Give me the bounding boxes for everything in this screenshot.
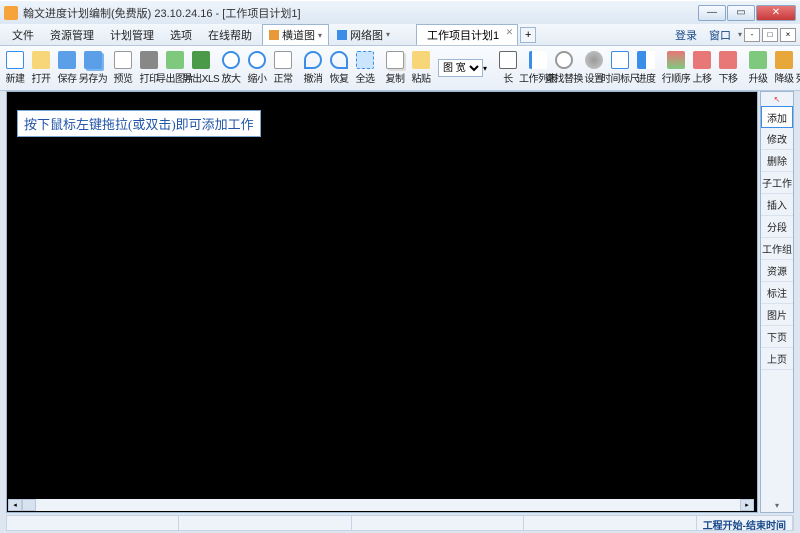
menu-resource[interactable]: 资源管理 bbox=[42, 25, 102, 45]
status-bar: 工程开始-结束时间 bbox=[6, 515, 794, 531]
scroll-thumb[interactable] bbox=[22, 499, 36, 511]
width-selector[interactable]: 图 宽 ▾ bbox=[434, 59, 491, 77]
main-toolbar: 新建 打开 保存 另存为 预览 打印 导出图片 导出XLS 放大 缩小 正常 撤… bbox=[0, 46, 800, 91]
gantt-icon bbox=[269, 30, 279, 40]
row-order-button[interactable]: 行顺序 bbox=[663, 49, 689, 87]
move-down-button[interactable]: 下移 bbox=[715, 49, 741, 87]
selectall-button[interactable]: 全选 bbox=[352, 49, 378, 87]
canvas-hint: 按下鼠标左键拖拉(或双击)即可添加工作 bbox=[17, 110, 261, 137]
zoom-normal-button[interactable]: 正常 bbox=[270, 49, 296, 87]
mdi-minimize-button[interactable]: - bbox=[744, 28, 760, 42]
rp-split[interactable]: 分段 bbox=[761, 216, 793, 238]
view-tab-gantt-label: 横道图 bbox=[282, 27, 315, 43]
width-select[interactable]: 图 宽 bbox=[438, 59, 483, 77]
zoomout-button[interactable]: 缩小 bbox=[244, 49, 270, 87]
network-icon bbox=[337, 30, 347, 40]
menu-options[interactable]: 选项 bbox=[162, 25, 200, 45]
long-button[interactable]: 长 bbox=[495, 49, 521, 87]
zoomin-button[interactable]: 放大 bbox=[218, 49, 244, 87]
dropdown-icon: ▾ bbox=[318, 31, 322, 40]
menu-file[interactable]: 文件 bbox=[4, 25, 42, 45]
rp-delete[interactable]: 删除 bbox=[761, 150, 793, 172]
window-menu[interactable]: 窗口 bbox=[704, 25, 736, 45]
close-tab-icon[interactable]: ✕ bbox=[506, 27, 514, 38]
new-button[interactable]: 新建 bbox=[2, 49, 28, 87]
find-replace-button[interactable]: 查找替换 bbox=[551, 49, 577, 87]
scroll-track[interactable] bbox=[36, 499, 740, 511]
canvas-area[interactable]: 按下鼠标左键拖拉(或双击)即可添加工作 bbox=[6, 91, 758, 513]
rp-subwork[interactable]: 子工作 bbox=[761, 172, 793, 194]
status-segment bbox=[7, 516, 179, 530]
cursor-tool-icon[interactable]: ↖ bbox=[761, 92, 793, 106]
document-tab[interactable]: 工作项目计划1 ✕ bbox=[416, 24, 518, 45]
rp-add[interactable]: 添加 bbox=[761, 106, 793, 128]
dropdown-icon: ▾ bbox=[483, 64, 487, 73]
title-text: 翰文进度计划编制(免费版) 23.10.24.16 - [工作项目计划1] bbox=[23, 5, 301, 21]
app-icon bbox=[4, 6, 18, 20]
scroll-down-icon[interactable]: ▾ bbox=[761, 498, 793, 512]
scroll-right-button[interactable]: ▸ bbox=[740, 499, 754, 511]
undo-button[interactable]: 撤消 bbox=[300, 49, 326, 87]
open-button[interactable]: 打开 bbox=[28, 49, 54, 87]
paste-button[interactable]: 粘贴 bbox=[408, 49, 434, 87]
dropdown-icon: ▾ bbox=[386, 30, 390, 39]
minimize-button[interactable]: — bbox=[698, 5, 726, 21]
redo-button[interactable]: 恢复 bbox=[326, 49, 352, 87]
close-button[interactable]: ✕ bbox=[756, 5, 796, 21]
progress-button[interactable]: 进度 bbox=[633, 49, 659, 87]
view-tab-network[interactable]: 网络图 ▾ bbox=[331, 25, 396, 45]
rp-image[interactable]: 图片 bbox=[761, 304, 793, 326]
right-toolbar: ↖ 添加 修改 删除 子工作 插入 分段 工作组 资源 标注 图片 下页 上页 … bbox=[760, 91, 794, 513]
rp-nextpage[interactable]: 下页 bbox=[761, 326, 793, 348]
promote-button[interactable]: 升级 bbox=[745, 49, 771, 87]
save-button[interactable]: 保存 bbox=[54, 49, 80, 87]
view-tab-gantt[interactable]: 横道图 ▾ bbox=[262, 24, 329, 45]
login-link[interactable]: 登录 bbox=[670, 25, 702, 45]
new-tab-button[interactable]: + bbox=[520, 27, 536, 43]
rp-resource[interactable]: 资源 bbox=[761, 260, 793, 282]
copy-button[interactable]: 复制 bbox=[382, 49, 408, 87]
document-tab-label: 工作项目计划1 bbox=[427, 30, 499, 42]
menu-plan[interactable]: 计划管理 bbox=[102, 25, 162, 45]
saveas-button[interactable]: 另存为 bbox=[80, 49, 106, 87]
rp-prevpage[interactable]: 上页 bbox=[761, 348, 793, 370]
dropdown-icon: ▾ bbox=[738, 30, 742, 39]
status-segment bbox=[179, 516, 351, 530]
rp-insert[interactable]: 插入 bbox=[761, 194, 793, 216]
mdi-close-button[interactable]: × bbox=[780, 28, 796, 42]
view-tab-network-label: 网络图 bbox=[350, 27, 383, 43]
move-up-button[interactable]: 上移 bbox=[689, 49, 715, 87]
preview-button[interactable]: 预览 bbox=[110, 49, 136, 87]
horizontal-scrollbar[interactable]: ◂ ▸ bbox=[8, 499, 754, 511]
timeruler-button[interactable]: 时间标尺 bbox=[607, 49, 633, 87]
status-segment bbox=[352, 516, 524, 530]
rp-edit[interactable]: 修改 bbox=[761, 128, 793, 150]
mdi-restore-button[interactable]: □ bbox=[762, 28, 778, 42]
export-xls-button[interactable]: 导出XLS bbox=[188, 49, 214, 87]
rp-workgroup[interactable]: 工作组 bbox=[761, 238, 793, 260]
menu-help[interactable]: 在线帮助 bbox=[200, 25, 260, 45]
demote-button[interactable]: 降级 bbox=[771, 49, 797, 87]
rp-annotate[interactable]: 标注 bbox=[761, 282, 793, 304]
scroll-left-button[interactable]: ◂ bbox=[8, 499, 22, 511]
status-segment bbox=[524, 516, 696, 530]
status-project-time: 工程开始-结束时间 bbox=[697, 516, 793, 530]
maximize-button[interactable]: ▭ bbox=[727, 5, 755, 21]
